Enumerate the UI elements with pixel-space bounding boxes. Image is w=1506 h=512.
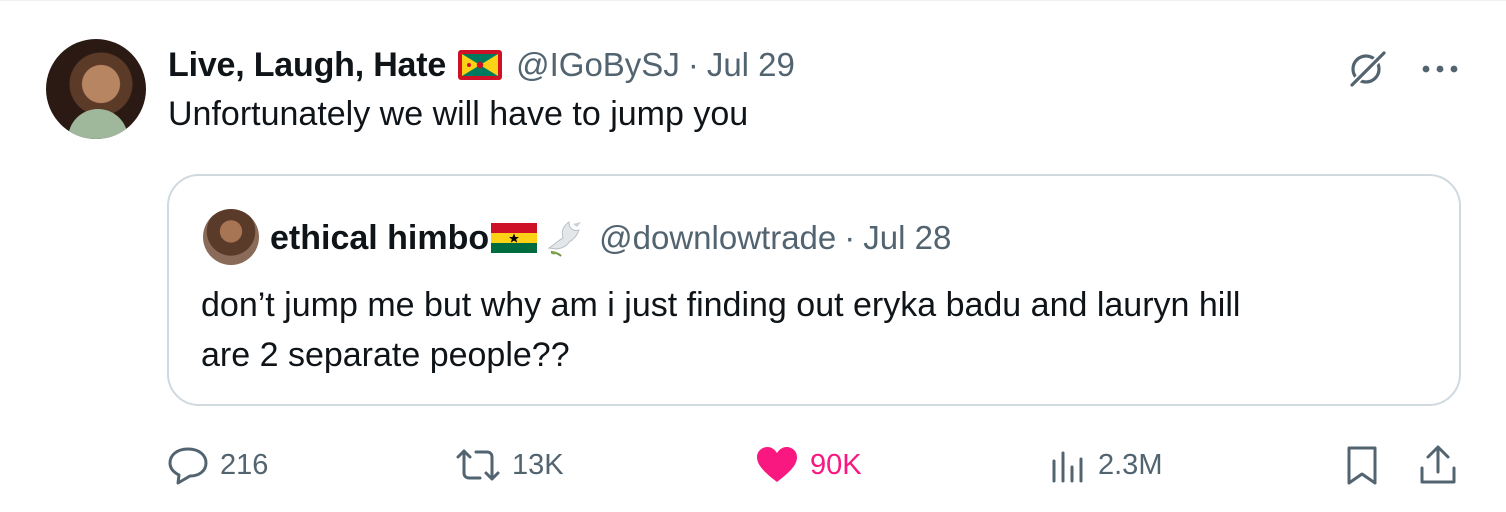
grenada-flag-icon: [458, 50, 503, 80]
reply-icon: [168, 447, 208, 485]
repost-button[interactable]: 13K: [454, 441, 564, 489]
quoted-tweet-date: Jul 28: [863, 219, 952, 256]
quoted-separator-dot: ·: [844, 219, 856, 256]
grok-icon[interactable]: [1344, 45, 1390, 96]
tweet-text: Unfortunately we will have to jump you: [168, 95, 749, 133]
tweet-actions-bar: 216 13K 90K 2.3M: [166, 441, 1466, 489]
quoted-text-line: are 2 separate people??: [201, 336, 570, 374]
tweet-header: Live, Laugh, Hate @IGoBySJ · Jul 29: [168, 41, 795, 89]
quoted-tweet-text: don’t jump me but why am i just finding …: [201, 280, 1441, 380]
bookmark-button[interactable]: [1344, 441, 1380, 489]
author-name[interactable]: Live, Laugh, Hate: [168, 46, 446, 85]
repost-count: 13K: [512, 448, 564, 481]
dove-icon: [543, 218, 587, 258]
views-count: 2.3M: [1098, 448, 1163, 481]
like-count: 90K: [810, 448, 862, 481]
tweet-date[interactable]: Jul 29: [707, 46, 795, 84]
quoted-author-avatar: [203, 209, 259, 265]
share-button[interactable]: [1418, 441, 1458, 489]
share-icon: [1420, 445, 1456, 484]
ghana-flag-icon: [491, 223, 538, 253]
bookmark-icon: [1347, 446, 1377, 485]
author-handle[interactable]: @IGoBySJ: [516, 46, 680, 84]
heart-icon: [757, 447, 797, 482]
quoted-author-handle: @downlowtrade: [599, 219, 837, 256]
reply-button[interactable]: 216: [166, 441, 268, 489]
quoted-tweet-header: ethical himbo @downlowtrade · Jul 28: [270, 214, 951, 262]
tweet[interactable]: Live, Laugh, Hate @IGoBySJ · Jul 29 Unfo…: [0, 0, 1506, 512]
quoted-author-name: ethical himbo: [270, 218, 490, 257]
tweet-top-icons: [1344, 45, 1460, 96]
views-button[interactable]: 2.3M: [1048, 441, 1162, 489]
author-avatar[interactable]: [46, 39, 146, 139]
more-options-icon[interactable]: [1420, 62, 1460, 80]
quoted-tweet[interactable]: ethical himbo @downlowtrade · Jul 28 don…: [167, 174, 1461, 406]
analytics-icon: [1052, 451, 1083, 483]
like-button[interactable]: 90K: [754, 441, 862, 489]
separator-dot: ·: [687, 46, 699, 83]
quoted-text-line: don’t jump me but why am i just finding …: [201, 286, 1241, 324]
repost-icon: [456, 449, 500, 481]
reply-count: 216: [220, 448, 269, 481]
